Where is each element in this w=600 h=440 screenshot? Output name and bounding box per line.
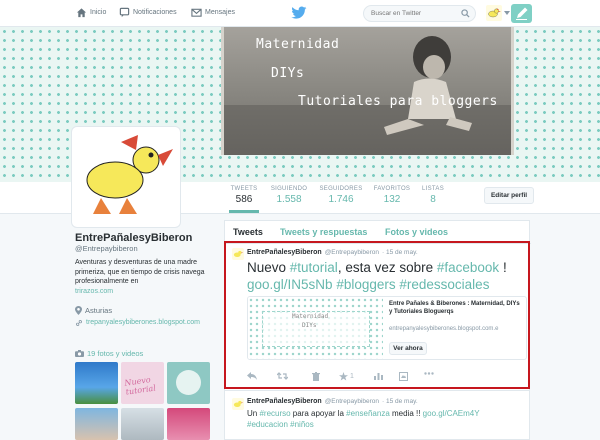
tab-tweets[interactable]: Tweets <box>233 227 263 237</box>
stat-followers[interactable]: SEGUIDORES 1.746 <box>318 186 364 205</box>
duck-logo-icon <box>86 135 173 214</box>
home-icon <box>76 8 87 18</box>
account-menu-caret-icon[interactable] <box>504 11 510 15</box>
stat-following-label: SIGUIENDO <box>270 186 308 192</box>
top-nav-bar: Inicio Notificaciones Mensajes <box>0 0 600 27</box>
tweet-divider <box>224 390 530 391</box>
stat-favorites[interactable]: FAVORITOS 132 <box>372 186 412 205</box>
envelope-icon <box>191 8 202 17</box>
banner-line-3: Tutoriales para bloggers <box>298 94 498 109</box>
hashtag-link[interactable]: #recurso <box>259 409 290 418</box>
media-thumbnail-6[interactable] <box>167 408 210 440</box>
profile-handle: @Entrepaybiberon <box>75 244 138 253</box>
profile-website-text[interactable]: trepanyalesybiberones.blogspot.com <box>86 318 200 327</box>
nav-home[interactable]: Inicio <box>76 7 106 18</box>
nav-messages-label: Mensajes <box>205 9 235 16</box>
media-thumbnail-5[interactable] <box>121 408 164 440</box>
duck-avatar-icon <box>233 400 244 407</box>
quill-icon <box>516 7 528 20</box>
tweet-text: Un #recurso para apoyar la #enseñanza me… <box>247 408 527 430</box>
tweet-author-avatar[interactable] <box>232 398 244 410</box>
media-thumbnail-2-text: Nuevo tutorial <box>123 375 157 397</box>
stat-lists[interactable]: LISTAS 8 <box>420 186 446 205</box>
stat-favorites-value: 132 <box>383 194 401 205</box>
stat-followers-value: 1.746 <box>328 194 354 205</box>
profile-bio: Aventuras y desventuras de una madre pri… <box>75 258 218 296</box>
media-thumbnail-3-circle <box>176 370 201 395</box>
stat-tweets-value: 586 <box>235 194 253 205</box>
compose-tweet-button[interactable] <box>511 4 532 23</box>
profile-location-text: Asturias <box>85 306 113 315</box>
stat-lists-value: 8 <box>430 194 436 205</box>
profile-location: Asturias <box>75 306 112 315</box>
tweet-text-part: para apoyar la <box>290 409 347 418</box>
account-avatar[interactable] <box>486 5 502 21</box>
search-icon[interactable] <box>461 9 470 18</box>
hashtag-link[interactable]: #educacion <box>247 420 288 429</box>
banner-line-1: Maternidad <box>256 37 340 52</box>
tweet-author-name[interactable]: EntrePañalesyBiberon <box>247 398 322 405</box>
photos-videos-link[interactable]: 19 fotos y videos <box>75 349 143 358</box>
stat-tweets[interactable]: TWEETS 586 <box>229 186 259 213</box>
profile-bio-text: Aventuras y desventuras de una madre pri… <box>75 259 205 285</box>
tweet-author-handle[interactable]: @Entrepaybiberon <box>325 398 379 405</box>
tweet-header: EntrePañalesyBiberon @Entrepaybiberon · … <box>247 398 418 405</box>
nav-notifications-label: Notificaciones <box>133 9 177 16</box>
camera-icon <box>75 350 84 357</box>
hashtag-link[interactable]: #niños <box>290 420 314 429</box>
link-icon <box>76 320 82 326</box>
banner-line-2: DIYs <box>271 66 305 81</box>
duck-avatar-icon <box>488 8 501 18</box>
tab-tweets-and-replies[interactable]: Tweets y respuestas <box>280 227 367 237</box>
stat-lists-label: LISTAS <box>421 186 445 192</box>
tweet-text-part: Un <box>247 409 260 418</box>
nav-home-label: Inicio <box>90 9 107 16</box>
media-thumbnail-3[interactable] <box>167 362 210 404</box>
profile-website[interactable]: trepanyalesybiberones.blogspot.com <box>75 318 215 327</box>
header-banner-photo: Maternidad DIYs Tutoriales para bloggers <box>221 27 514 155</box>
media-thumbnail-4[interactable] <box>75 408 118 440</box>
twitter-bird-icon[interactable] <box>291 6 307 20</box>
url-link[interactable]: goo.gl/CAEm4Y <box>423 409 480 418</box>
edit-profile-button[interactable]: Editar perfil <box>484 187 534 204</box>
tab-photos-videos[interactable]: Fotos y videos <box>385 227 448 237</box>
profile-name: EntrePañalesyBiberon <box>75 232 193 244</box>
stat-followers-label: SEGUIDORES <box>319 186 363 192</box>
media-thumbnail-2[interactable]: Nuevo tutorial <box>121 362 164 404</box>
nav-messages[interactable]: Mensajes <box>191 7 235 18</box>
notifications-icon <box>119 7 130 18</box>
stat-following[interactable]: SIGUIENDO 1.558 <box>268 186 310 205</box>
tweet-date[interactable]: · 15 de may. <box>382 398 418 405</box>
location-pin-icon <box>75 306 82 315</box>
hashtag-link[interactable]: #enseñanza <box>346 409 390 418</box>
stat-following-value: 1.558 <box>276 194 302 205</box>
tweet-text-part: media !! <box>389 409 423 418</box>
media-thumbnail-1[interactable] <box>75 362 118 404</box>
search-input[interactable] <box>364 6 459 21</box>
profile-bio-link[interactable]: trirazos.com <box>75 288 113 295</box>
stat-favorites-label: FAVORITOS <box>373 186 411 192</box>
highlighted-tweet-frame <box>224 241 530 389</box>
stat-tweets-label: TWEETS <box>230 186 258 192</box>
search-box[interactable] <box>363 5 476 22</box>
profile-avatar[interactable] <box>72 127 180 227</box>
photos-videos-label[interactable]: 19 fotos y videos <box>87 349 143 358</box>
nav-notifications[interactable]: Notificaciones <box>119 7 177 18</box>
